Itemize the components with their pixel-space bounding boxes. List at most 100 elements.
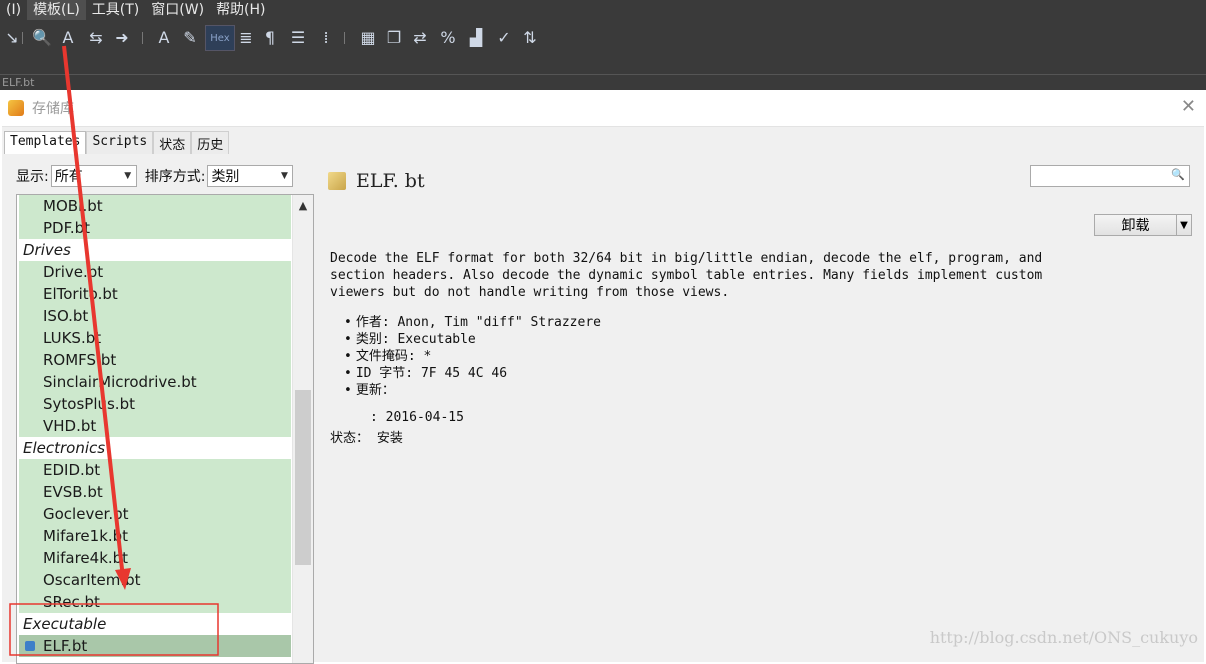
list-item[interactable]: ROMFS.bt (19, 349, 291, 371)
list-item[interactable]: SytosPlus.bt (19, 393, 291, 415)
list-item[interactable]: ElTorito.bt (19, 283, 291, 305)
list-item-label: Electronics (23, 439, 106, 457)
hex-mode-button[interactable]: Hex (205, 25, 235, 51)
menu-tools[interactable]: 工具(T) (86, 0, 145, 20)
list-item[interactable]: Mifare4k.bt (19, 547, 291, 569)
template-properties: 作者: Anon, Tim "diff" Strazzere 类别: Execu… (356, 314, 601, 399)
scrollbar[interactable]: ▲ (292, 195, 313, 663)
list-item[interactable]: EVSB.bt (19, 481, 291, 503)
list-item-label: ISO.bt (43, 307, 89, 325)
list-item[interactable]: SinclairMicrodrive.bt (19, 371, 291, 393)
list-item-label: Drive.bt (43, 263, 104, 281)
show-select[interactable]: 所有 ▼ (50, 165, 137, 187)
uninstall-label: 卸载 (1121, 218, 1150, 234)
scrollbar-thumb[interactable] (295, 390, 311, 565)
checksum-icon[interactable]: ✓ (492, 25, 516, 49)
tab-bar: Templates Scripts 状态 历史 (4, 131, 230, 154)
show-select-value: 所有 (54, 169, 83, 185)
list-item-label: SytosPlus.bt (43, 395, 135, 413)
columns-icon[interactable]: ≣ (234, 25, 258, 49)
list-item[interactable]: ISO.bt (19, 305, 291, 327)
list-item-label: LUKS.bt (43, 329, 102, 347)
template-list: MOBI.bt PDF.bt Drives Drive.bt ElTorito.bt IS… (16, 194, 314, 664)
separator (142, 32, 143, 44)
list-item-label: MOBI.bt (43, 197, 103, 215)
watermark: http://blog.csdn.net/ONS_cukuyo (929, 628, 1198, 647)
install-status: 状态： 安装 (330, 431, 403, 446)
binary-icon[interactable]: ⁞ (314, 25, 338, 49)
highlight-icon[interactable]: ✎ (178, 25, 202, 49)
updated-date: : 2016-04-15 (370, 410, 464, 425)
tab-status[interactable]: 状态 (153, 131, 192, 154)
list-item[interactable]: EDID.bt (19, 459, 291, 481)
find-icon[interactable]: 🔍 (30, 25, 54, 49)
base-convert-icon[interactable]: ⇅ (518, 25, 542, 49)
property-category: 类别: Executable (356, 331, 601, 348)
template-name: ELF. bt (356, 170, 425, 192)
menu-template[interactable]: 模板(L) (27, 0, 86, 20)
installed-icon (25, 641, 35, 651)
lines-icon[interactable]: ☰ (286, 25, 310, 49)
list-item[interactable]: OscarItem.bt (19, 569, 291, 591)
calculator-icon[interactable]: ▦ (356, 25, 380, 49)
font-icon[interactable]: A (152, 25, 176, 49)
separator (344, 32, 345, 44)
chevron-down-icon[interactable]: ▼ (1176, 215, 1191, 235)
list-item[interactable]: LUKS.bt (19, 327, 291, 349)
list-item-label: Drives (23, 241, 71, 259)
template-detail-header: ELF. bt (328, 170, 1188, 192)
list-item-label: Mifare4k.bt (43, 549, 129, 567)
histogram-icon[interactable]: ▟ (464, 25, 488, 49)
sort-select[interactable]: 类别 ▼ (207, 165, 294, 187)
list-item-label: SinclairMicrodrive.bt (43, 373, 197, 391)
tab-history[interactable]: 历史 (191, 131, 230, 154)
list-category-header: Executable (19, 613, 291, 635)
list-item[interactable]: Mifare1k.bt (19, 525, 291, 547)
toolbar: ↘ 🔍 A ⇆ ➜ A ✎ Hex ≣ ¶ ☰ ⁞ ▦ ❐ ⇄ % ▟ ✓ ⇅ (0, 22, 1206, 52)
list-item-label: EDID.bt (43, 461, 101, 479)
list-item[interactable]: VHD.bt (19, 415, 291, 437)
swap-icon[interactable]: ⇄ (408, 25, 432, 49)
sort-label: 排序方式: (144, 169, 206, 185)
chevron-down-icon: ▼ (124, 171, 132, 181)
list-item[interactable]: SRec.bt (19, 591, 291, 613)
pilcrow-icon[interactable]: ¶ (258, 25, 282, 49)
separator (22, 32, 23, 44)
list-item-label: EVSB.bt (43, 483, 103, 501)
list-item-label: Goclever.bt (43, 505, 129, 523)
find-text-icon[interactable]: A (56, 25, 80, 49)
list-item[interactable]: Drive.bt (19, 261, 291, 283)
compare-icon[interactable]: ❐ (382, 25, 406, 49)
list-item-label: Mifare1k.bt (43, 527, 129, 545)
list-item[interactable]: ELF.bt (19, 635, 291, 657)
goto-icon[interactable]: ➜ (110, 25, 134, 49)
menu-window[interactable]: 窗口(W) (145, 0, 210, 20)
dialog-title: 存储库 (32, 101, 74, 117)
menu-help[interactable]: 帮助(H) (210, 0, 271, 20)
chevron-down-icon: ▼ (280, 171, 288, 181)
app-window-background: (I) 模板(L) 工具(T) 窗口(W) 帮助(H) ↘ 🔍 A ⇆ ➜ A … (0, 0, 1206, 90)
list-category-header: Electronics (19, 437, 291, 459)
property-updated: 更新： (356, 382, 601, 399)
uninstall-button[interactable]: 卸载 ▼ (1094, 214, 1192, 236)
scroll-up-icon[interactable]: ▲ (293, 199, 313, 212)
tab-templates[interactable]: Templates (4, 131, 87, 154)
list-item[interactable]: Goclever.bt (19, 503, 291, 525)
app-logo-icon (8, 100, 24, 116)
close-icon[interactable]: ✕ (1181, 96, 1196, 117)
list-item[interactable]: MOBI.bt (19, 195, 291, 217)
back-icon[interactable]: ↘ (0, 25, 24, 49)
tab-scripts[interactable]: Scripts (86, 131, 154, 154)
percent-icon[interactable]: % (436, 25, 460, 49)
list-item-label: SRec.bt (43, 593, 100, 611)
filter-bar: 显示: 所有 ▼ 排序方式: 类别 ▼ (16, 165, 301, 187)
property-id-bytes: ID 字节: 7F 45 4C 46 (356, 365, 601, 382)
document-tab[interactable]: ELF.bt (2, 76, 34, 89)
replace-icon[interactable]: ⇆ (84, 25, 108, 49)
menubar: (I) 模板(L) 工具(T) 窗口(W) 帮助(H) (0, 0, 1206, 20)
list-item[interactable]: PDF.bt (19, 217, 291, 239)
dialog-title-bar: 存储库 (8, 98, 74, 118)
show-label: 显示: (16, 169, 49, 185)
list-item-label: OscarItem.bt (43, 571, 141, 589)
menu-item[interactable]: (I) (0, 0, 27, 20)
